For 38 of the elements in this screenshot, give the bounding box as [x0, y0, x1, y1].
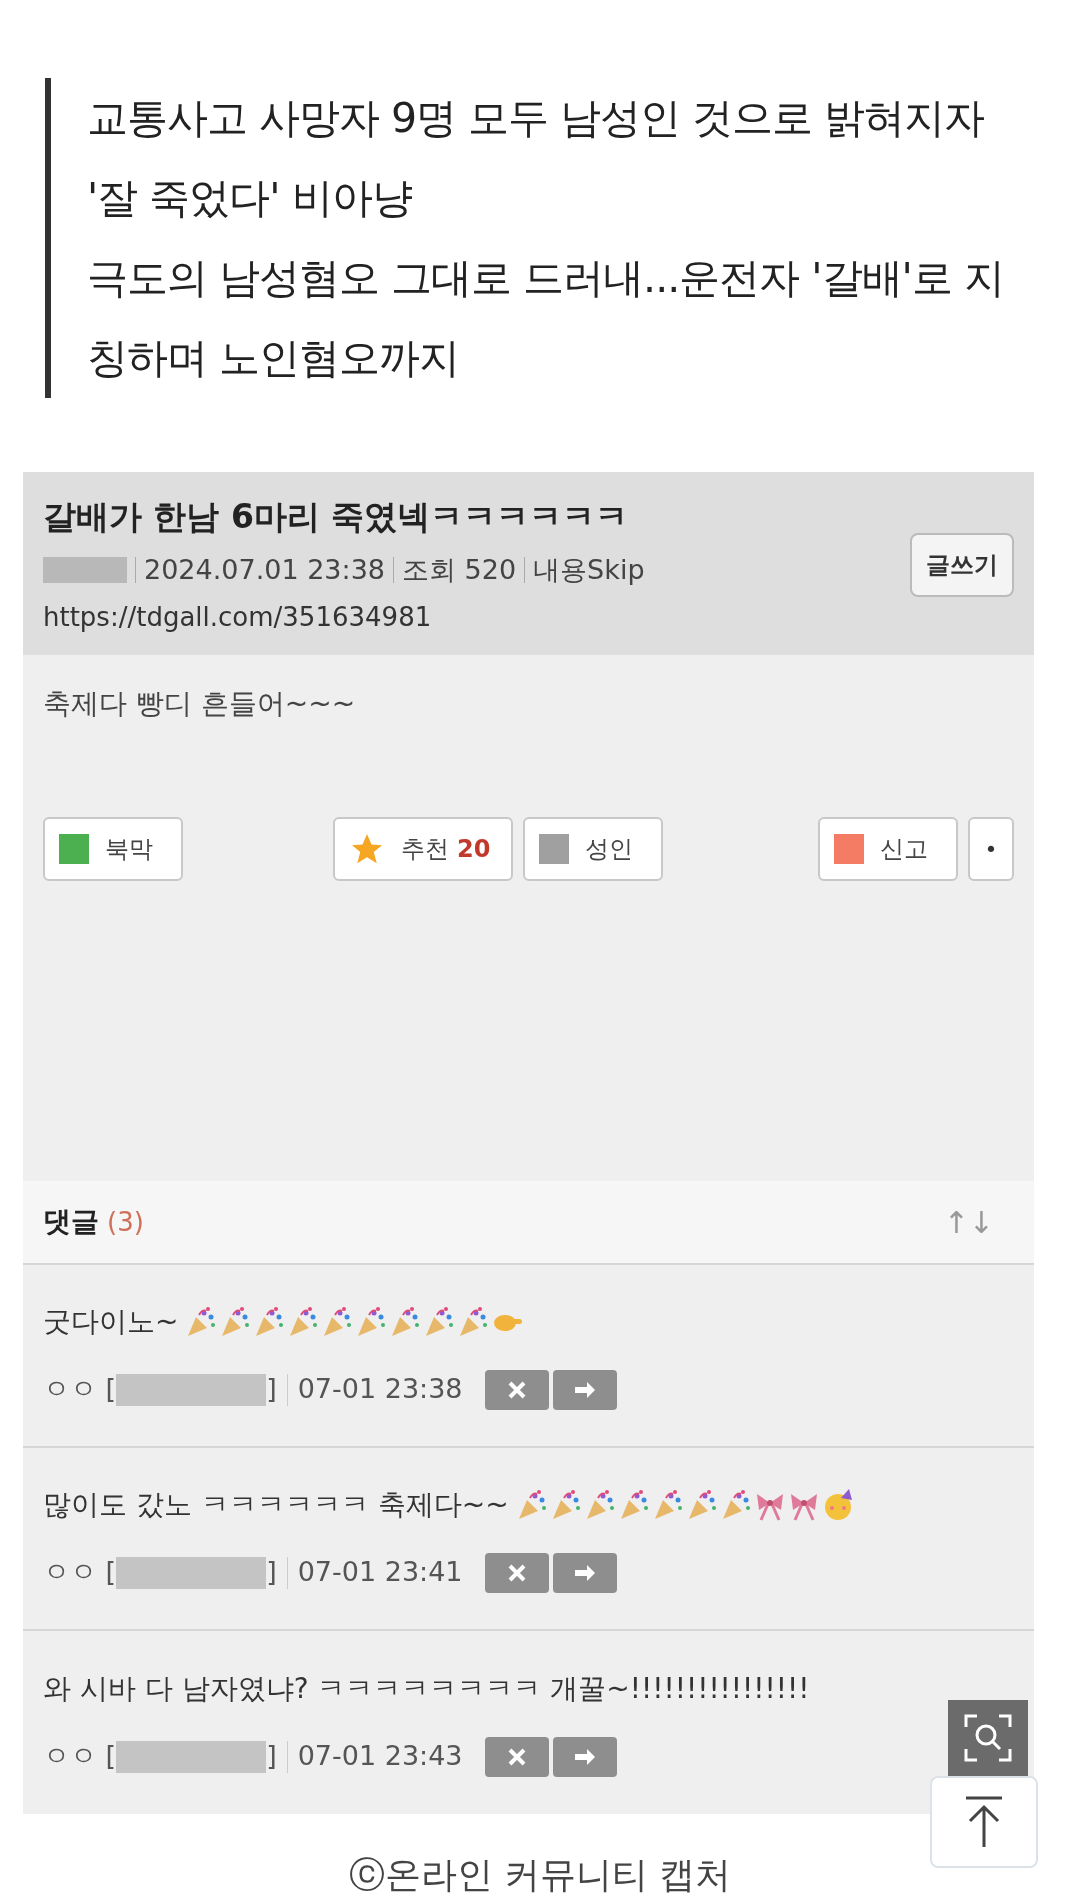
write-button[interactable]: 글쓰기: [910, 532, 1014, 597]
comment-text: 많이도 갔노 ㅋㅋㅋㅋㅋㅋ 축제다~~: [43, 1487, 509, 1524]
image-search-button[interactable]: [948, 1700, 1028, 1776]
recommend-button[interactable]: 추천 20: [333, 817, 513, 881]
skip-link[interactable]: 내용Skip: [533, 549, 645, 590]
comment-author: ]: [266, 1739, 277, 1774]
comment-author: ㅇㅇ [: [43, 1555, 117, 1590]
action-button[interactable]: 성인: [523, 817, 663, 881]
comment-text: 굿다이노~: [43, 1304, 179, 1341]
comment-author: ㅇㅇ [: [43, 1372, 117, 1407]
comment-time: 07-01 23:38: [297, 1372, 463, 1407]
post-title: 갈배가 한남 6마리 죽였넥ㅋㅋㅋㅋㅋㅋ: [43, 496, 630, 538]
reply-button[interactable]: [552, 1736, 617, 1777]
delete-button[interactable]: [484, 1552, 549, 1593]
delete-button[interactable]: [484, 1736, 549, 1777]
view-count: 조회 520: [402, 552, 517, 587]
comment-author: ㅇㅇ [: [43, 1739, 117, 1774]
action-button[interactable]: 신고: [818, 817, 958, 881]
image-caption: ⓒ온라인 커뮤니티 캡처: [347, 1853, 733, 1897]
scroll-top-button[interactable]: [930, 1776, 1038, 1868]
post-url: https://tdgall.com/351634981: [43, 601, 433, 634]
comments-heading: 댓글: [43, 1204, 99, 1240]
reply-button[interactable]: [552, 1369, 617, 1410]
comment-time: 07-01 23:41: [297, 1555, 463, 1590]
post-date: 2024.07.01 23:38: [144, 552, 385, 587]
comment-text: 와 시바 다 남자였냐? ㅋㅋㅋㅋㅋㅋㅋㅋ 개꿀~!!!!!!!!!!!!!!!!: [43, 1671, 810, 1708]
subheadline: 교통사고 사망자 9명 모두 남성인 것으로 밝혀지자 '잘 죽었다' 비아냥: [87, 93, 986, 224]
comment-time: 07-01 23:43: [297, 1739, 463, 1774]
delete-button[interactable]: [484, 1369, 549, 1410]
comment-author: ]: [266, 1372, 277, 1407]
subheadline: 극도의 남성혐오 그대로 드러내...운전자 '갈배'로 지칭하며 노인혐오까지: [87, 253, 1005, 384]
reply-button[interactable]: [552, 1552, 617, 1593]
action-button[interactable]: 북막: [43, 817, 183, 881]
more-button[interactable]: •: [968, 817, 1014, 881]
comment-count: (3): [107, 1205, 144, 1239]
post-body: 축제다 빵디 흔들어~~~: [42, 686, 357, 722]
search-icon: [963, 1713, 1013, 1763]
comment-author: ]: [266, 1555, 277, 1590]
